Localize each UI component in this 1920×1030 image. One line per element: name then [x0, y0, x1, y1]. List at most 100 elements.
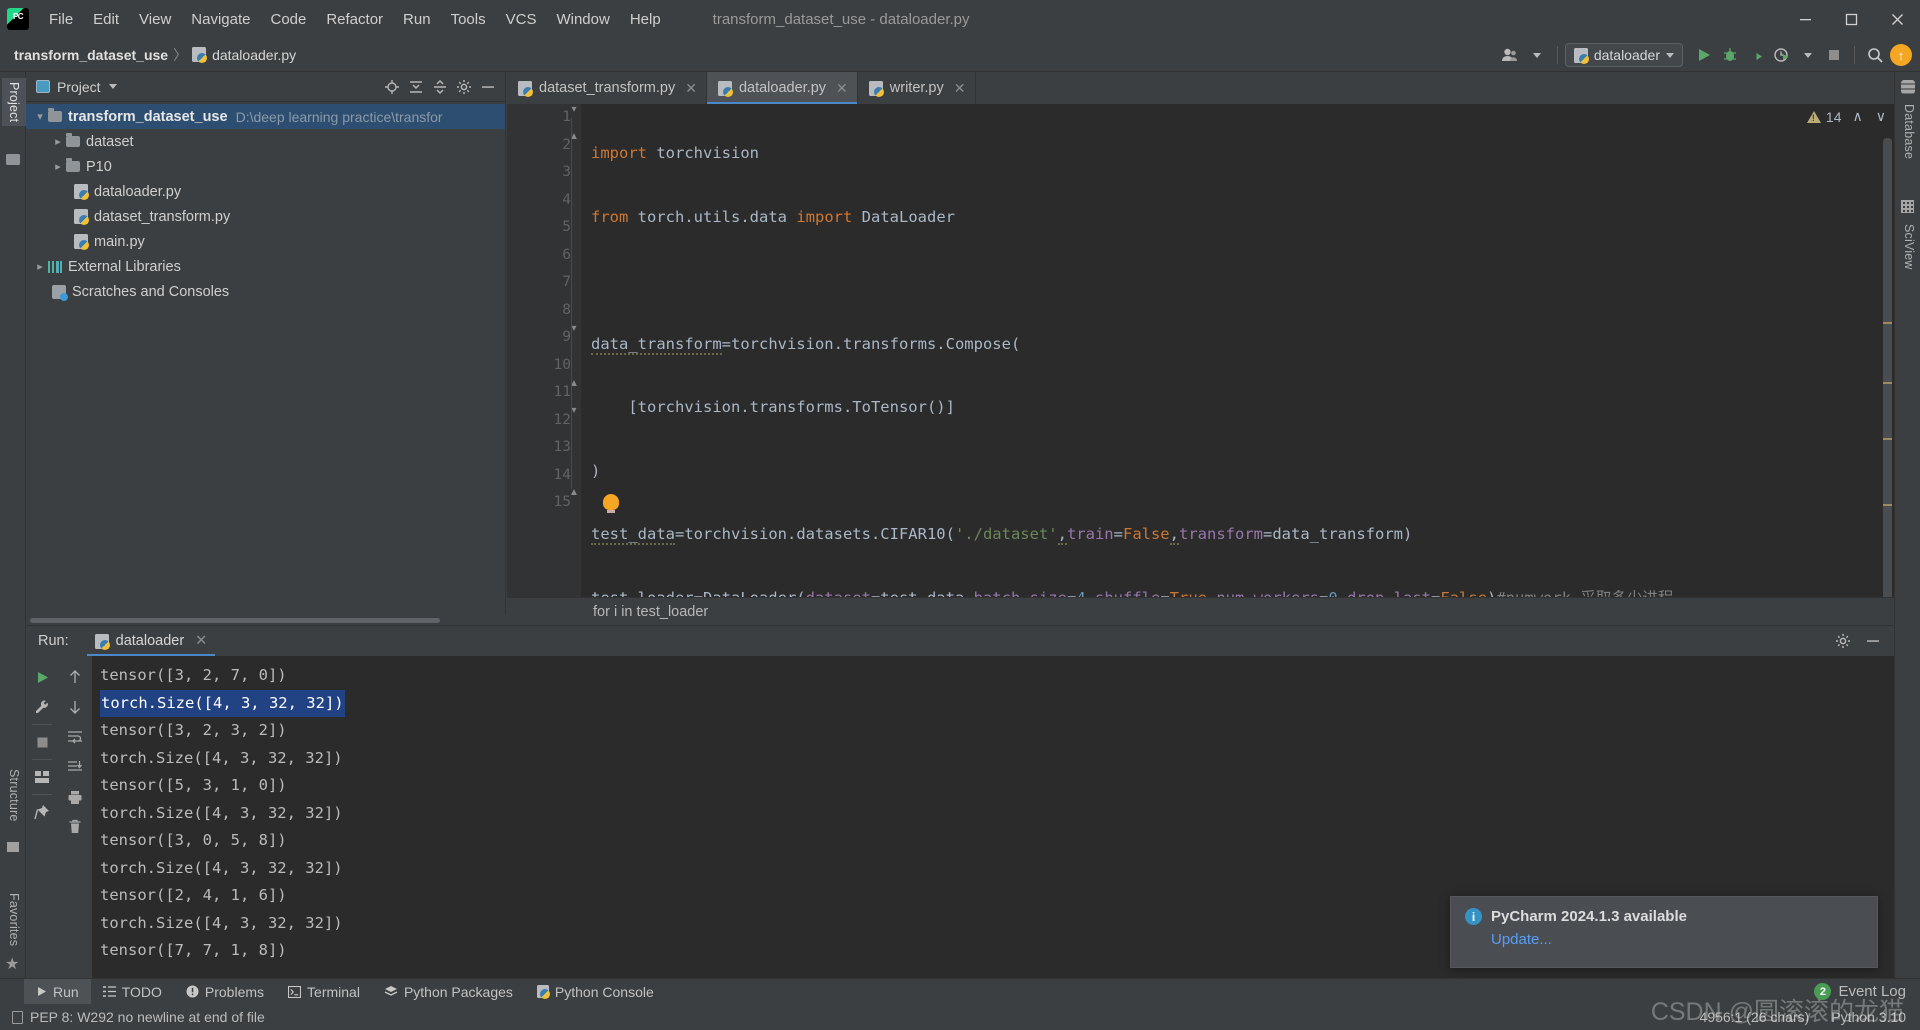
tree-item-external-libraries[interactable]: ▸ External Libraries [26, 254, 505, 279]
scroll-down-icon[interactable] [62, 692, 88, 722]
fold-marker-icon[interactable]: ▲ [567, 487, 581, 498]
close-tab-icon[interactable]: ✕ [954, 80, 966, 97]
project-horizontal-scrollbar[interactable] [26, 615, 506, 625]
editor-scrollbar-thumb[interactable] [1883, 138, 1892, 618]
editor-gutter[interactable]: 1 2 3 4 5 6 7 8 9 10 11 12 13 14 15 ▾ ▲ … [507, 104, 581, 625]
notification-update-link[interactable]: Update... [1491, 931, 1863, 948]
tree-item-scratches-and-consoles[interactable]: Scratches and Consoles [26, 279, 505, 304]
menu-refactor[interactable]: Refactor [316, 8, 393, 31]
tab-writer-py[interactable]: writer.py ✕ [858, 72, 976, 104]
editor-scrollbar[interactable] [1880, 136, 1894, 625]
clear-all-icon[interactable] [62, 812, 88, 842]
tree-item-dataset[interactable]: ▸ dataset [26, 129, 505, 154]
run-tab-dataloader[interactable]: dataloader ✕ [86, 626, 216, 656]
menu-edit[interactable]: Edit [83, 8, 129, 31]
close-tab-icon[interactable]: ✕ [836, 80, 848, 97]
bottom-tab-python-console[interactable]: Python Console [525, 979, 666, 1005]
fold-marker-icon[interactable]: ▾ [567, 323, 581, 334]
run-configuration-selector[interactable]: dataloader [1564, 43, 1683, 67]
menu-file[interactable]: File [39, 8, 83, 31]
editor-breadcrumbs[interactable]: for i in test_loader [507, 597, 1894, 625]
menu-navigate[interactable]: Navigate [181, 8, 260, 31]
menu-vcs[interactable]: VCS [496, 8, 547, 31]
sidebar-tab-project[interactable]: Project [2, 78, 26, 127]
menu-run[interactable]: Run [393, 8, 441, 31]
search-icon[interactable] [1862, 42, 1888, 68]
chevron-right-icon[interactable]: ▸ [37, 260, 43, 273]
minimize-button[interactable] [1782, 0, 1828, 38]
collapse-all-icon[interactable] [429, 76, 451, 98]
chevron-down-icon[interactable]: ▾ [37, 110, 43, 123]
fold-marker-icon[interactable]: ▾ [567, 104, 581, 115]
chevron-right-icon[interactable]: ▸ [55, 135, 61, 148]
close-button[interactable] [1874, 0, 1920, 38]
run-settings-wrench-icon[interactable] [29, 692, 55, 722]
fold-marker-icon[interactable]: ▲ [567, 378, 581, 389]
close-tab-icon[interactable]: ✕ [685, 80, 697, 97]
bottom-tab-python-packages[interactable]: Python Packages [372, 979, 525, 1005]
event-log-label[interactable]: Event Log [1838, 983, 1906, 1000]
tree-item-main-py[interactable]: main.py [26, 229, 505, 254]
menu-tools[interactable]: Tools [441, 8, 496, 31]
interpreter-label[interactable]: Python 3.10 [1831, 1009, 1906, 1025]
fold-marker-icon[interactable]: ▲ [567, 131, 581, 142]
run-coverage-button[interactable] [1743, 42, 1769, 68]
stop-button[interactable] [1821, 42, 1847, 68]
stop-process-button[interactable] [29, 727, 55, 757]
inspection-widget[interactable]: 14 ∧ ∨ [1806, 108, 1886, 125]
gear-icon[interactable] [1830, 626, 1856, 656]
tab-dataset-transform-py[interactable]: dataset_transform.py ✕ [507, 72, 707, 104]
soft-wrap-icon[interactable] [62, 722, 88, 752]
next-problem-icon[interactable]: ∨ [1876, 108, 1886, 125]
expand-all-icon[interactable] [405, 76, 427, 98]
menu-help[interactable]: Help [620, 8, 671, 31]
hide-run-window-icon[interactable] [1860, 626, 1886, 656]
tab-dataloader-py[interactable]: dataloader.py ✕ [706, 72, 858, 104]
tree-item-dataset-transform-py[interactable]: dataset_transform.py [26, 204, 505, 229]
fold-marker-icon[interactable]: ▾ [567, 405, 581, 416]
menu-code[interactable]: Code [260, 8, 316, 31]
tree-item-p10[interactable]: ▸ P10 [26, 154, 505, 179]
project-view-chevron-icon[interactable] [108, 84, 117, 89]
run-button[interactable] [1691, 42, 1717, 68]
profile-dropdown-icon[interactable] [1795, 42, 1821, 68]
tree-item-dataloader-py[interactable]: dataloader.py [26, 179, 505, 204]
breadcrumb-file[interactable]: dataloader.py [212, 47, 296, 63]
print-icon[interactable] [62, 782, 88, 812]
caret-position[interactable]: 4956:1 (26 chars) [1700, 1009, 1810, 1025]
bottom-tab-terminal[interactable]: Terminal [276, 979, 372, 1005]
layout-settings-icon[interactable] [29, 762, 55, 792]
menu-window[interactable]: Window [546, 8, 619, 31]
bottom-tab-problems[interactable]: Problems [174, 979, 276, 1005]
sidebar-tab-sciview[interactable]: SciView [1897, 220, 1920, 274]
account-dropdown-icon[interactable] [1524, 42, 1550, 68]
sidebar-tab-structure[interactable]: Structure [2, 765, 26, 826]
sidebar-tab-favorites[interactable]: Favorites [2, 889, 26, 950]
breadcrumb-project[interactable]: transform_dataset_use [14, 47, 168, 63]
debug-button[interactable] [1717, 42, 1743, 68]
code-content[interactable]: import torchvision from torch.utils.data… [581, 104, 1894, 625]
locate-icon[interactable] [381, 76, 403, 98]
update-button[interactable]: ↑ [1888, 42, 1914, 68]
hide-panel-icon[interactable] [477, 76, 499, 98]
profile-button[interactable] [1769, 42, 1795, 68]
event-log-area[interactable]: 2 Event Log [1814, 983, 1920, 1000]
menu-view[interactable]: View [129, 8, 181, 31]
scroll-to-end-icon[interactable] [62, 752, 88, 782]
tree-item-transform-dataset-use[interactable]: ▾ transform_dataset_use D:\deep learning… [26, 104, 505, 129]
account-icon[interactable] [1498, 42, 1524, 68]
chevron-right-icon[interactable]: ▸ [55, 160, 61, 173]
bottom-tab-run[interactable]: Run [24, 978, 91, 1005]
rerun-button[interactable] [29, 662, 55, 692]
notification-popup[interactable]: i PyCharm 2024.1.3 available Update... [1450, 896, 1878, 968]
scroll-up-icon[interactable] [62, 662, 88, 692]
gear-icon[interactable] [453, 76, 475, 98]
prev-problem-icon[interactable]: ∧ [1853, 108, 1863, 125]
scrollbar-warning-mark [1883, 504, 1892, 506]
pin-tab-icon[interactable] [29, 797, 55, 827]
close-run-tab-icon[interactable]: ✕ [195, 633, 207, 649]
bottom-tab-todo[interactable]: TODO [91, 979, 174, 1005]
code-editor[interactable]: 14 ∧ ∨ 1 2 3 4 5 6 7 8 9 10 11 12 13 14 … [507, 104, 1894, 625]
maximize-button[interactable] [1828, 0, 1874, 38]
sidebar-tab-database[interactable]: Database [1897, 100, 1920, 163]
